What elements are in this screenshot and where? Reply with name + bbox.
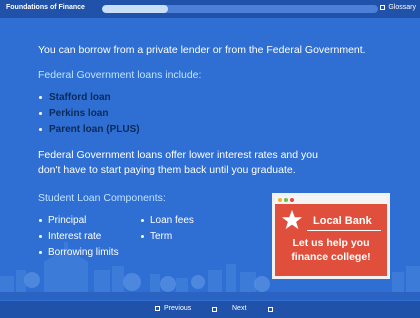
previous-label: Previous [164,305,192,312]
next-label: Next [232,305,247,312]
window-dot-icon [284,198,288,202]
glossary-button[interactable]: Glossary [380,4,416,11]
next-icon[interactable] [268,307,273,312]
list-item: Parent loan (PLUS) [38,122,388,138]
glossary-icon [380,5,386,10]
list-item: Borrowing limits [38,245,119,261]
top-bar: Foundations of Finance Glossary [0,0,420,18]
components-column-1: Principal Interest rate Borrowing limits [38,213,119,261]
federal-loans-heading: Federal Government loans include: [38,69,202,81]
local-bank-ad: Local Bank Let us help you finance colle… [272,193,390,279]
window-dot-icon [278,198,282,202]
list-item: Perkins loan [38,106,388,122]
ad-brand: Local Bank [313,215,372,227]
bottom-nav-bar: Previous Next [0,301,420,318]
glossary-label: Glossary [388,4,416,11]
lesson-slide: Foundations of Finance Glossary You can … [0,0,420,318]
star-icon [281,209,303,230]
previous-icon [155,306,160,311]
ad-slogan: Let us help you finance college! [291,237,371,263]
components-column-2: Loan fees Term [140,213,194,245]
course-title: Foundations of Finance [6,4,85,11]
list-item: Stafford loan [38,90,388,106]
intro-text: You can borrow from a private lender or … [38,44,366,56]
previous-button[interactable]: Previous [155,305,191,312]
list-item: Principal [38,213,119,229]
window-dot-icon [290,198,294,202]
ad-window-bar [275,196,387,204]
federal-loans-list: Stafford loan Perkins loan Parent loan (… [38,90,388,138]
list-item: Term [140,229,194,245]
nav-separator-icon [212,307,217,312]
interest-rates-text: Federal Government loans offer lower int… [38,149,318,176]
list-item: Loan fees [140,213,194,229]
next-button[interactable]: Next [232,305,246,312]
progress-fill [102,5,169,13]
list-item: Interest rate [38,229,119,245]
progress-bar [102,5,378,13]
ad-divider [307,230,381,231]
